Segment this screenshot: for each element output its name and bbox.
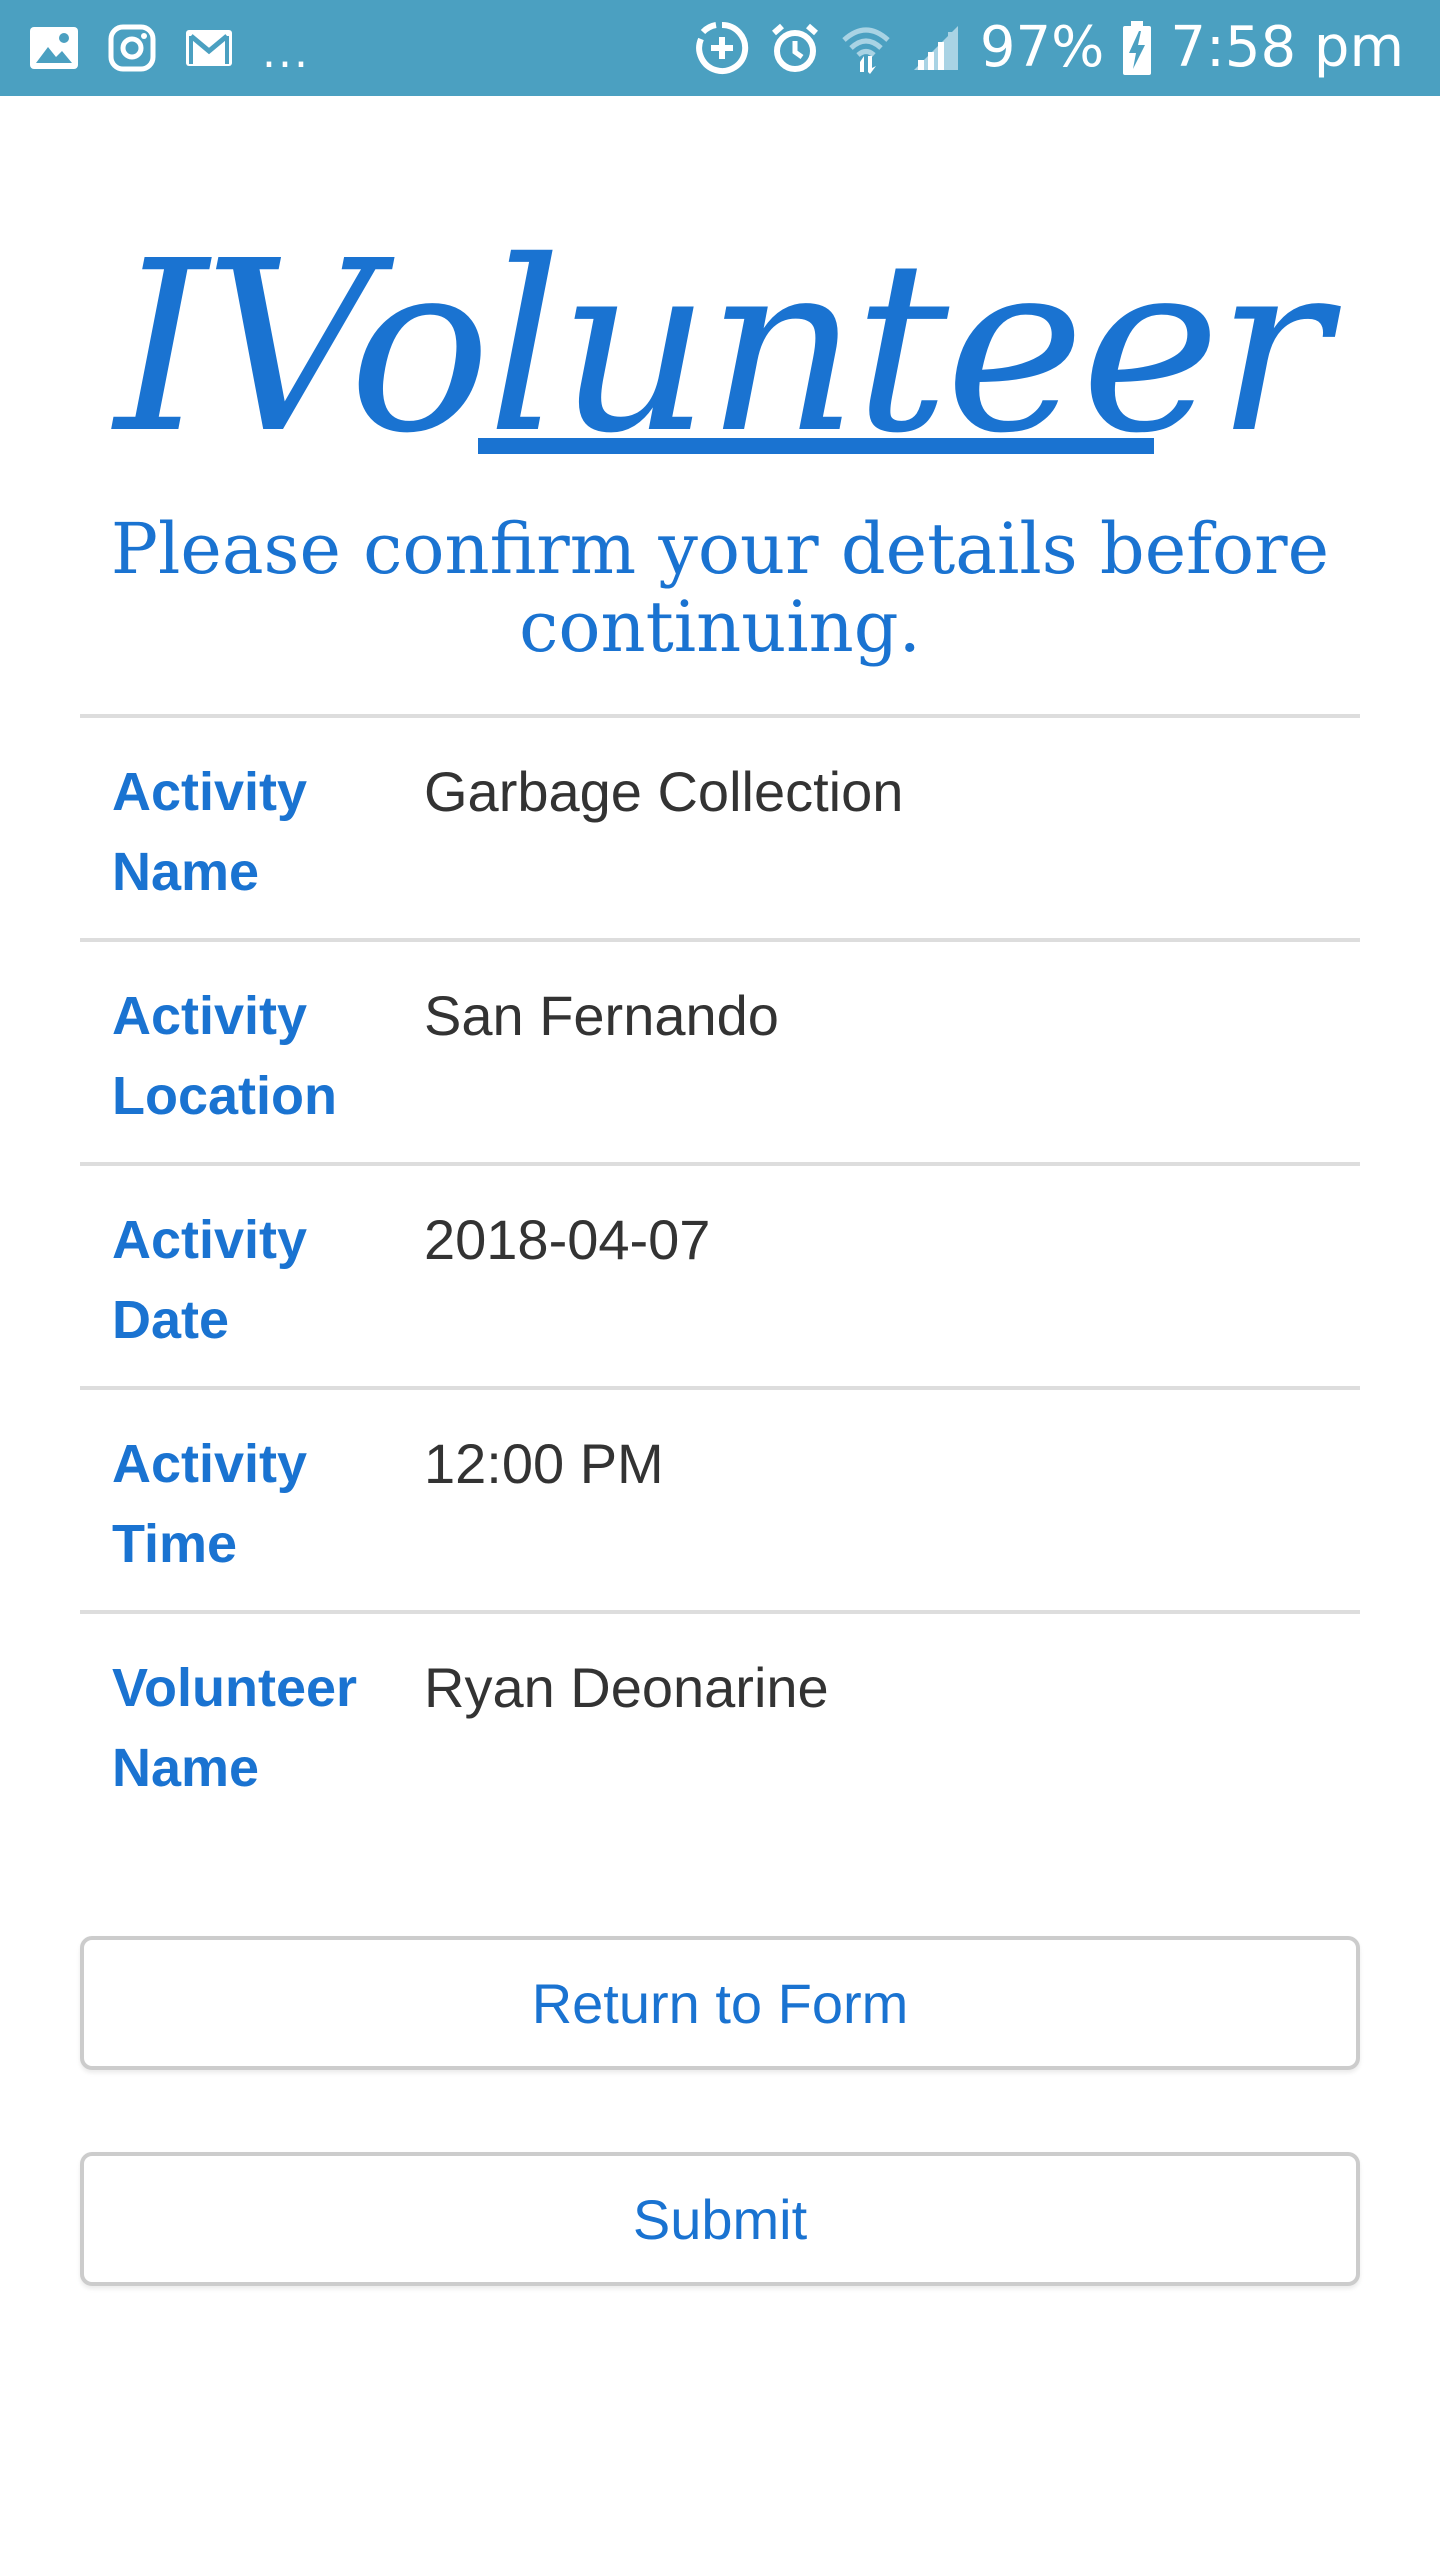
battery-charging-icon	[1123, 21, 1152, 75]
detail-row-activity-location: Activity Location San Fernando	[80, 938, 1360, 1162]
submit-button[interactable]: Submit	[80, 2152, 1360, 2286]
clock: 7:58 pm	[1170, 15, 1404, 80]
instagram-icon	[108, 24, 156, 72]
logo-text: IVolunteer	[114, 210, 1330, 485]
image-icon	[30, 27, 78, 69]
page-subtitle: Please confirm your details before conti…	[110, 508, 1330, 668]
detail-value: Garbage Collection	[424, 760, 904, 823]
detail-label: Activity Time	[112, 1434, 308, 1574]
detail-label: Activity Name	[112, 762, 308, 902]
app-logo: IVolunteer	[0, 230, 1440, 466]
detail-label: Volunteer Name	[112, 1658, 358, 1798]
wifi-icon	[842, 27, 890, 74]
detail-row-activity-time: Activity Time 12:00 PM	[80, 1386, 1360, 1610]
status-bar: ... 97% 7:58 pm	[0, 0, 1440, 96]
details-table: Activity Name Garbage Collection Activit…	[80, 714, 1360, 1834]
gmail-icon	[186, 30, 232, 66]
detail-label: Activity Location	[112, 986, 337, 1126]
alarm-icon	[771, 23, 818, 72]
detail-value: San Fernando	[424, 984, 779, 1047]
signal-icon	[913, 26, 958, 70]
detail-value: Ryan Deonarine	[424, 1656, 829, 1719]
detail-row-activity-name: Activity Name Garbage Collection	[80, 714, 1360, 938]
data-saver-icon	[696, 21, 749, 74]
detail-row-activity-date: Activity Date 2018-04-07	[80, 1162, 1360, 1386]
logo-underline	[478, 438, 1154, 454]
notification-area: ...	[28, 0, 310, 96]
system-status-area: 97% 7:58 pm	[694, 0, 1404, 96]
detail-value: 2018-04-07	[424, 1208, 711, 1271]
return-to-form-button[interactable]: Return to Form	[80, 1936, 1360, 2070]
battery-percentage: 97%	[979, 15, 1105, 80]
detail-label: Activity Date	[112, 1210, 308, 1350]
detail-row-volunteer-name: Volunteer Name Ryan Deonarine	[80, 1610, 1360, 1834]
notification-overflow: ...	[262, 26, 310, 78]
detail-value: 12:00 PM	[424, 1432, 664, 1495]
